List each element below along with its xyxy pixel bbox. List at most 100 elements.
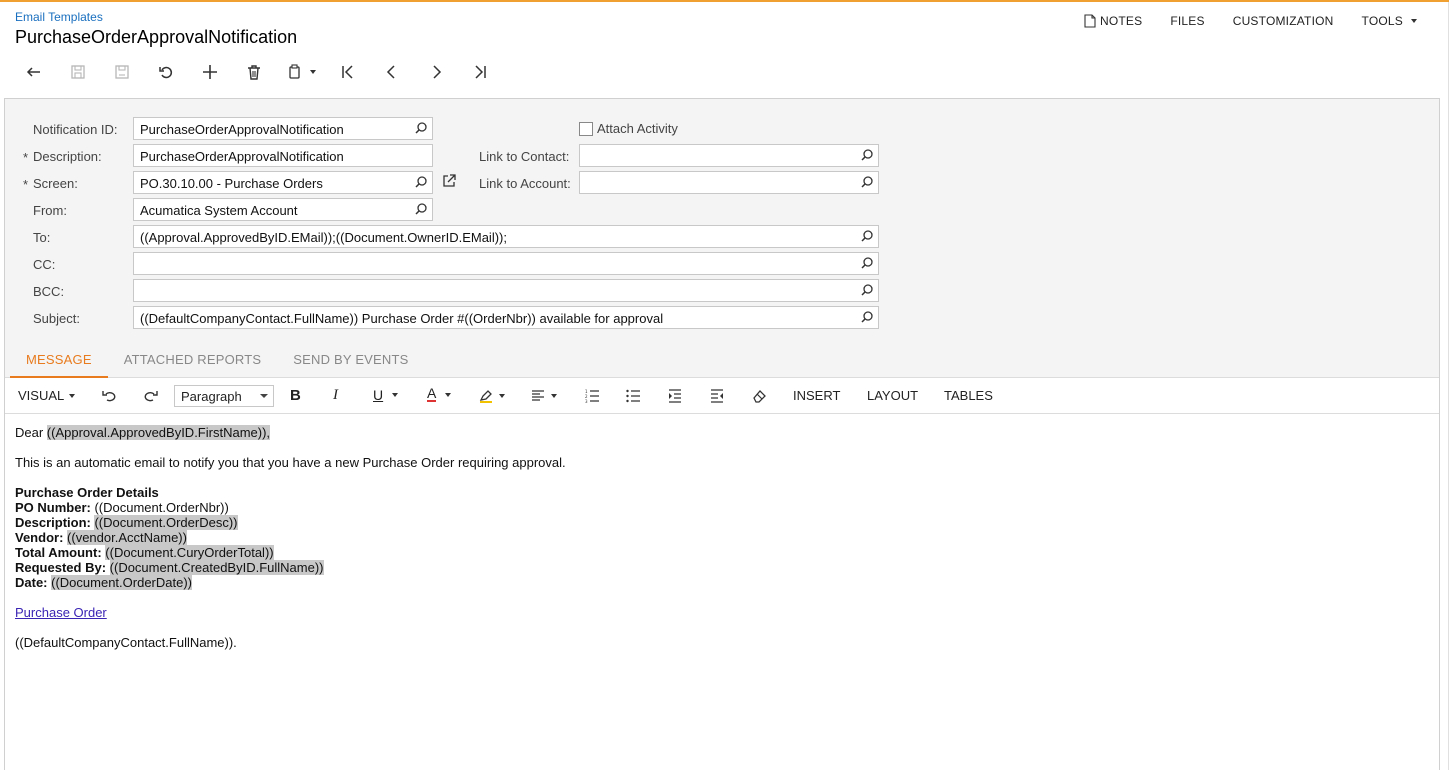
add-button[interactable] bbox=[188, 60, 232, 84]
insert-menu[interactable]: INSERT bbox=[793, 388, 840, 403]
attach-activity-label: Attach Activity bbox=[597, 121, 678, 136]
chevron-left-icon bbox=[386, 65, 395, 79]
cc-field[interactable] bbox=[133, 252, 879, 275]
back-button[interactable] bbox=[12, 60, 56, 84]
from-value: Acumatica System Account bbox=[140, 203, 298, 218]
to-field[interactable]: ((Approval.ApprovedByID.EMail));((Docume… bbox=[133, 225, 879, 248]
tab-strip: MESSAGE ATTACHED REPORTS SEND BY EVENTS bbox=[10, 349, 425, 378]
bold-button[interactable]: B bbox=[290, 387, 301, 404]
search-icon[interactable] bbox=[860, 256, 874, 270]
copy-paste-icon bbox=[289, 64, 300, 79]
notes-label: NOTES bbox=[1100, 14, 1143, 28]
underline-label: U bbox=[373, 387, 384, 403]
detail-line: Vendor: ((vendor.AcctName)) bbox=[15, 530, 566, 545]
align-dropdown[interactable] bbox=[530, 388, 557, 404]
subject-field[interactable]: ((DefaultCompanyContact.FullName)) Purch… bbox=[133, 306, 879, 329]
screen-field[interactable]: PO.30.10.00 - Purchase Orders bbox=[133, 171, 433, 194]
detail-value: ((vendor.AcctName)) bbox=[67, 530, 187, 545]
description-label: Description: bbox=[33, 149, 102, 164]
highlight-color-button[interactable] bbox=[478, 388, 505, 404]
customization-button[interactable]: CUSTOMIZATION bbox=[1219, 14, 1348, 28]
detail-value: ((Document.OrderDesc)) bbox=[94, 515, 238, 530]
breadcrumb[interactable]: Email Templates bbox=[15, 10, 103, 24]
font-color-button[interactable]: A bbox=[427, 385, 452, 402]
search-icon[interactable] bbox=[860, 283, 874, 297]
detail-value: ((Document.CuryOrderTotal)) bbox=[105, 545, 274, 560]
next-record-button[interactable] bbox=[414, 60, 458, 84]
required-mark: * bbox=[23, 177, 29, 192]
message-body[interactable]: Dear ((Approval.ApprovedByID.FirstName))… bbox=[15, 425, 566, 650]
screen-value: PO.30.10.00 - Purchase Orders bbox=[140, 176, 323, 191]
save-close-button[interactable] bbox=[56, 60, 100, 84]
form-header: Notification ID: PurchaseOrderApprovalNo… bbox=[5, 99, 1439, 378]
email-template-form: Notification ID: PurchaseOrderApprovalNo… bbox=[4, 98, 1440, 770]
copy-paste-menu[interactable] bbox=[276, 60, 326, 84]
tables-label: TABLES bbox=[944, 388, 993, 403]
signature-line: ((DefaultCompanyContact.FullName)). bbox=[15, 635, 237, 650]
italic-button[interactable]: I bbox=[333, 387, 338, 404]
cancel-button[interactable] bbox=[144, 60, 188, 84]
attach-activity-checkbox-row: Attach Activity bbox=[579, 121, 678, 136]
purchase-order-link[interactable]: Purchase Order bbox=[15, 605, 107, 620]
search-icon[interactable] bbox=[414, 175, 428, 189]
description-field[interactable]: PurchaseOrderApprovalNotification bbox=[133, 144, 433, 167]
search-icon[interactable] bbox=[414, 121, 428, 135]
top-menu: NOTES FILES CUSTOMIZATION TOOLS bbox=[1070, 14, 1431, 28]
bullet-list-icon bbox=[626, 389, 640, 403]
details-heading: Purchase Order Details bbox=[15, 485, 159, 500]
bcc-field[interactable] bbox=[133, 279, 879, 302]
highlighter-icon bbox=[479, 390, 492, 403]
top-accent-bar bbox=[0, 0, 1449, 2]
customization-label: CUSTOMIZATION bbox=[1232, 14, 1334, 28]
eraser-icon bbox=[753, 390, 766, 403]
search-icon[interactable] bbox=[414, 202, 428, 216]
tools-menu[interactable]: TOOLS bbox=[1348, 14, 1431, 28]
detail-line: PO Number: ((Document.OrderNbr)) bbox=[15, 500, 566, 515]
files-button[interactable]: FILES bbox=[1156, 14, 1218, 28]
visual-mode-dropdown[interactable]: VISUAL bbox=[18, 388, 76, 403]
font-color-label: A bbox=[427, 385, 437, 402]
outdent-button[interactable] bbox=[709, 388, 725, 404]
detail-label: Requested By: bbox=[15, 560, 107, 575]
first-record-icon bbox=[342, 65, 353, 79]
indent-button[interactable] bbox=[667, 388, 683, 404]
detail-value: ((Document.CreatedByID.FullName)) bbox=[109, 560, 324, 575]
editor-redo-button[interactable] bbox=[143, 388, 159, 404]
notification-id-field[interactable]: PurchaseOrderApprovalNotification bbox=[133, 117, 433, 140]
link-to-contact-field[interactable] bbox=[579, 144, 879, 167]
from-field[interactable]: Acumatica System Account bbox=[133, 198, 433, 221]
search-icon[interactable] bbox=[860, 175, 874, 189]
to-value: ((Approval.ApprovedByID.EMail));((Docume… bbox=[140, 230, 507, 245]
layout-menu[interactable]: LAYOUT bbox=[867, 388, 918, 403]
numbered-list-button[interactable]: 123 bbox=[584, 388, 600, 404]
tab-attached-reports[interactable]: ATTACHED REPORTS bbox=[108, 349, 278, 378]
save-close-icon bbox=[71, 65, 85, 79]
save-icon bbox=[115, 65, 129, 79]
bullet-list-button[interactable] bbox=[625, 388, 641, 404]
last-record-icon bbox=[475, 65, 486, 79]
attach-activity-checkbox[interactable] bbox=[579, 121, 593, 136]
search-icon[interactable] bbox=[860, 310, 874, 324]
link-to-account-label: Link to Account: bbox=[479, 176, 571, 191]
delete-button[interactable] bbox=[232, 60, 276, 84]
save-button[interactable] bbox=[100, 60, 144, 84]
clear-format-button[interactable] bbox=[751, 388, 767, 404]
prev-record-button[interactable] bbox=[370, 60, 414, 84]
notes-button[interactable]: NOTES bbox=[1070, 14, 1156, 28]
tables-menu[interactable]: TABLES bbox=[944, 388, 993, 403]
align-left-icon bbox=[532, 390, 544, 401]
main-toolbar bbox=[12, 60, 502, 84]
paragraph-format-select[interactable]: Paragraph bbox=[174, 385, 274, 407]
first-record-button[interactable] bbox=[326, 60, 370, 84]
search-icon[interactable] bbox=[860, 229, 874, 243]
chevron-down-icon bbox=[392, 393, 399, 397]
last-record-button[interactable] bbox=[458, 60, 502, 84]
tab-send-by-events[interactable]: SEND BY EVENTS bbox=[277, 349, 424, 378]
link-to-account-field[interactable] bbox=[579, 171, 879, 194]
external-link-icon[interactable] bbox=[442, 174, 456, 188]
editor-undo-button[interactable] bbox=[101, 388, 117, 404]
link-to-contact-label: Link to Contact: bbox=[479, 149, 570, 164]
search-icon[interactable] bbox=[860, 148, 874, 162]
tab-message[interactable]: MESSAGE bbox=[10, 349, 108, 378]
underline-button[interactable]: U bbox=[373, 387, 399, 403]
